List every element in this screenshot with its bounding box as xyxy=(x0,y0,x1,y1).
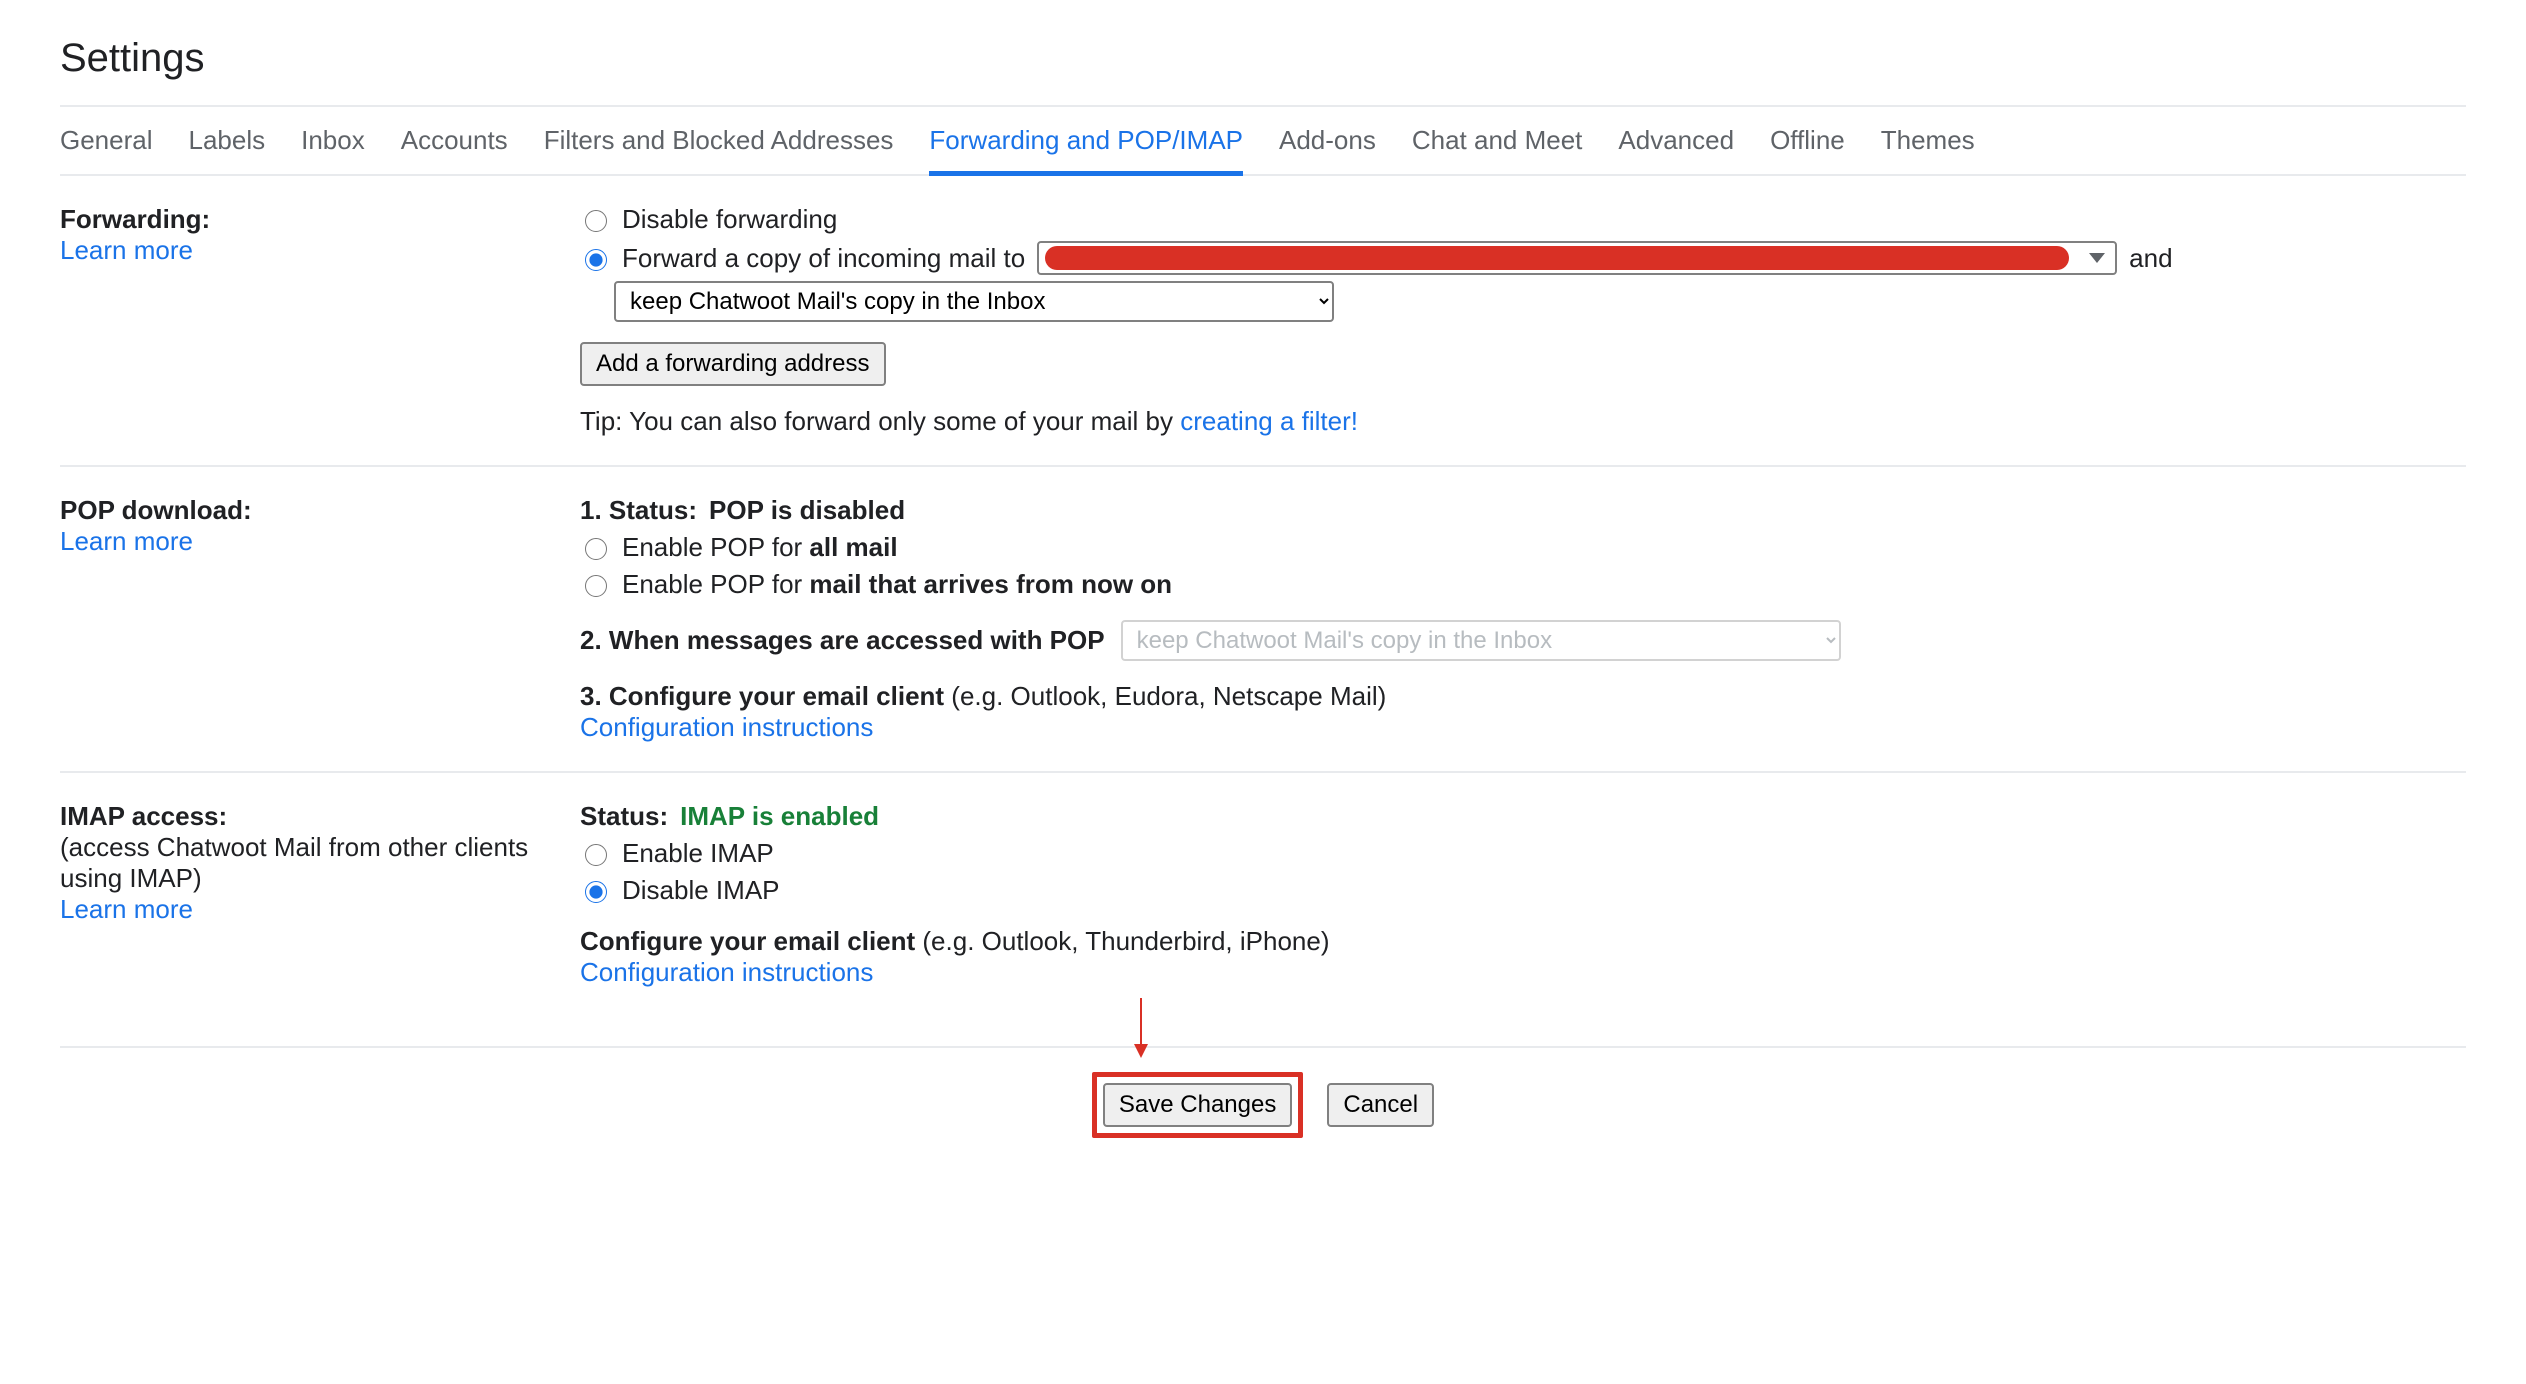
forward-copy-radio[interactable] xyxy=(585,249,607,271)
pop-status-prefix: 1. Status: xyxy=(580,495,697,526)
tab-inbox[interactable]: Inbox xyxy=(301,125,365,156)
imap-configure-note: (e.g. Outlook, Thunderbird, iPhone) xyxy=(915,926,1329,956)
footer-actions: Save Changes Cancel xyxy=(60,1046,2466,1178)
pop-enable-now-label: Enable POP for mail that arrives from no… xyxy=(622,569,1172,600)
tab-offline[interactable]: Offline xyxy=(1770,125,1845,156)
imap-status-prefix: Status: xyxy=(580,801,668,832)
forwarding-action-select[interactable]: keep Chatwoot Mail's copy in the Inbox xyxy=(614,281,1334,322)
forwarding-tip-text: Tip: You can also forward only some of y… xyxy=(580,406,1180,436)
section-pop: POP download: Learn more 1. Status: POP … xyxy=(60,467,2466,773)
add-forwarding-address-button[interactable]: Add a forwarding address xyxy=(580,342,886,386)
tab-general[interactable]: General xyxy=(60,125,153,156)
save-highlight-box: Save Changes xyxy=(1092,1072,1303,1138)
pop-heading: POP download: xyxy=(60,495,560,526)
forwarding-heading: Forwarding: xyxy=(60,204,560,235)
and-text: and xyxy=(2129,243,2172,274)
tab-addons[interactable]: Add-ons xyxy=(1279,125,1376,156)
imap-subheading: (access Chatwoot Mail from other clients… xyxy=(60,832,560,894)
tab-accounts[interactable]: Accounts xyxy=(401,125,508,156)
tab-forwarding-pop-imap[interactable]: Forwarding and POP/IMAP xyxy=(929,125,1243,156)
section-imap: IMAP access: (access Chatwoot Mail from … xyxy=(60,773,2466,1046)
save-changes-button[interactable]: Save Changes xyxy=(1103,1083,1292,1127)
pop-access-action-select: keep Chatwoot Mail's copy in the Inbox xyxy=(1121,620,1841,661)
page-title: Settings xyxy=(60,0,2466,105)
settings-tabs: General Labels Inbox Accounts Filters an… xyxy=(60,105,2466,176)
pop-enable-now-radio[interactable] xyxy=(585,575,607,597)
tab-advanced[interactable]: Advanced xyxy=(1618,125,1734,156)
create-filter-link[interactable]: creating a filter! xyxy=(1180,406,1358,436)
pop-enable-all-radio[interactable] xyxy=(585,538,607,560)
imap-learn-more-link[interactable]: Learn more xyxy=(60,894,193,924)
forward-copy-label: Forward a copy of incoming mail to xyxy=(622,243,1025,274)
tab-labels[interactable]: Labels xyxy=(189,125,266,156)
imap-enable-radio[interactable] xyxy=(585,844,607,866)
imap-status-value: IMAP is enabled xyxy=(680,801,879,832)
pop-step2-label: 2. When messages are accessed with POP xyxy=(580,625,1105,656)
imap-disable-radio[interactable] xyxy=(585,881,607,903)
cancel-button[interactable]: Cancel xyxy=(1327,1083,1434,1127)
pop-enable-all-label: Enable POP for all mail xyxy=(622,532,898,563)
forwarding-address-select[interactable] xyxy=(1037,241,2117,275)
arrow-down-icon xyxy=(1131,998,1151,1058)
imap-configure-bold: Configure your email client xyxy=(580,926,915,956)
pop-learn-more-link[interactable]: Learn more xyxy=(60,526,193,556)
imap-heading: IMAP access: xyxy=(60,801,560,832)
disable-forwarding-radio[interactable] xyxy=(585,210,607,232)
imap-disable-label: Disable IMAP xyxy=(622,875,780,906)
section-forwarding: Forwarding: Learn more Disable forwardin… xyxy=(60,176,2466,467)
imap-enable-label: Enable IMAP xyxy=(622,838,774,869)
disable-forwarding-label: Disable forwarding xyxy=(622,204,837,235)
pop-step3-bold: 3. Configure your email client xyxy=(580,681,944,711)
pop-status-value: POP is disabled xyxy=(709,495,905,526)
tab-chat-meet[interactable]: Chat and Meet xyxy=(1412,125,1583,156)
imap-config-instructions-link[interactable]: Configuration instructions xyxy=(580,957,873,987)
pop-config-instructions-link[interactable]: Configuration instructions xyxy=(580,712,873,742)
tab-themes[interactable]: Themes xyxy=(1881,125,1975,156)
tab-filters[interactable]: Filters and Blocked Addresses xyxy=(544,125,894,156)
pop-step3-note: (e.g. Outlook, Eudora, Netscape Mail) xyxy=(944,681,1386,711)
forwarding-learn-more-link[interactable]: Learn more xyxy=(60,235,193,265)
